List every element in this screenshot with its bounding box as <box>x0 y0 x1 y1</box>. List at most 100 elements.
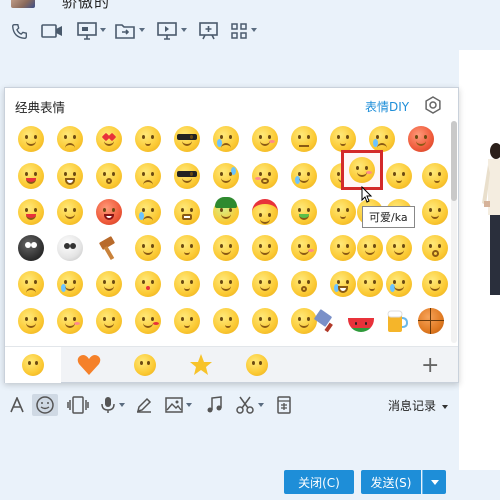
emoji-bye[interactable] <box>130 230 166 266</box>
emoji-annoyed[interactable] <box>417 194 453 230</box>
emoji-nose-pick[interactable] <box>208 230 244 266</box>
emoji-sweat[interactable] <box>208 158 244 194</box>
emoji-content[interactable] <box>247 303 283 339</box>
emoji-clap[interactable] <box>247 230 283 266</box>
remote-desktop-icon[interactable] <box>155 21 179 41</box>
emoji-cleaver[interactable] <box>308 303 344 339</box>
emoji-laugh-cry[interactable] <box>286 158 322 194</box>
emoji-pitiful[interactable] <box>208 266 244 302</box>
emoji-thinking-2[interactable] <box>208 303 244 339</box>
emoji-shock[interactable] <box>286 266 322 302</box>
emoji-embarrassed-2[interactable] <box>286 230 322 266</box>
emoji-basketball[interactable] <box>413 303 449 339</box>
emoji-hug[interactable] <box>13 303 49 339</box>
emoji-rage[interactable] <box>91 194 127 230</box>
font-icon[interactable] <box>8 394 26 416</box>
emoji-almost-cry[interactable] <box>52 266 88 302</box>
emoji-watermelon[interactable] <box>343 303 379 339</box>
send-button[interactable]: 发送(S) <box>361 470 421 494</box>
emoji-heart-eyes[interactable] <box>91 121 127 157</box>
emoji-scared-2[interactable] <box>169 266 205 302</box>
voice-icon[interactable] <box>98 394 118 416</box>
emoji-teeth[interactable] <box>169 194 205 230</box>
emoji-blank[interactable] <box>381 158 417 194</box>
laugh-tab[interactable] <box>229 347 285 383</box>
emoji-hammer[interactable] <box>91 230 127 266</box>
whiteboard-icon[interactable] <box>197 21 219 41</box>
gear-icon[interactable] <box>424 96 442 114</box>
scrollbar-thumb[interactable] <box>451 121 457 201</box>
emoji-cool-2[interactable] <box>169 158 205 194</box>
emoji-blush-hand[interactable] <box>52 303 88 339</box>
classic-face-tab[interactable] <box>5 347 61 383</box>
close-button[interactable]: 关闭(C) <box>284 470 354 494</box>
emoji-vomit[interactable] <box>286 194 322 230</box>
emoji-cry[interactable] <box>208 121 244 157</box>
screenshot-icon[interactable] <box>234 394 256 416</box>
emoji-tongue[interactable] <box>13 158 49 194</box>
emoji-diy-link[interactable]: 表情DIY <box>365 98 409 115</box>
music-icon[interactable] <box>204 394 224 416</box>
emoji-thinking[interactable] <box>417 158 453 194</box>
emoji-tears-joy[interactable] <box>381 266 417 302</box>
emoji-kiss[interactable] <box>130 266 166 302</box>
phone-icon[interactable] <box>9 21 29 41</box>
emoji-dizzy-eyes[interactable] <box>247 266 283 302</box>
emoji-weep[interactable] <box>130 194 166 230</box>
emoji-sly[interactable] <box>91 266 127 302</box>
shake-icon[interactable] <box>66 394 90 416</box>
star-tab[interactable] <box>173 347 229 383</box>
chevron-down-icon[interactable] <box>186 403 192 407</box>
emoji-grin[interactable] <box>52 158 88 194</box>
emoji-scared[interactable] <box>247 158 283 194</box>
add-emoji-icon[interactable]: + <box>421 353 439 378</box>
emoji-wipe-sweat[interactable] <box>169 230 205 266</box>
image-icon[interactable] <box>164 394 184 416</box>
emoji-icon[interactable] <box>32 394 58 416</box>
emoji-upset[interactable] <box>130 158 166 194</box>
red-packet-icon[interactable] <box>274 394 294 416</box>
apps-grid-icon[interactable] <box>229 21 249 41</box>
emoji-surprise[interactable] <box>91 158 127 194</box>
chevron-down-icon[interactable] <box>139 28 145 32</box>
message-record-label: 消息记录 <box>388 399 437 413</box>
emoji-bleed[interactable] <box>130 303 166 339</box>
chevron-down-icon[interactable] <box>100 28 106 32</box>
emoji-cute[interactable] <box>341 150 383 190</box>
emoji-shut-mouth[interactable] <box>286 121 322 157</box>
edit-icon[interactable] <box>134 394 154 416</box>
emoji-scrollbar[interactable] <box>451 121 457 343</box>
chevron-down-icon[interactable] <box>181 28 187 32</box>
grin-tab[interactable] <box>117 347 173 383</box>
emoji-cool[interactable] <box>169 121 205 157</box>
screen-share-icon[interactable] <box>75 21 99 41</box>
emoji-embarrassed[interactable] <box>403 121 439 157</box>
emoji-pout[interactable] <box>52 121 88 157</box>
emoji-right-hum[interactable] <box>381 230 417 266</box>
heart-tab[interactable] <box>61 347 117 383</box>
chevron-down-icon[interactable] <box>258 403 264 407</box>
chevron-down-icon[interactable] <box>119 403 125 407</box>
emoji-soldier[interactable] <box>208 194 244 230</box>
emoji-yawn[interactable] <box>417 230 453 266</box>
emoji-wronged[interactable] <box>13 266 49 302</box>
emoji-squint-2[interactable] <box>91 303 127 339</box>
emoji-skull[interactable] <box>52 230 88 266</box>
emoji-silly[interactable] <box>13 194 49 230</box>
emoji-shrug[interactable] <box>417 266 453 302</box>
chevron-down-icon[interactable] <box>251 28 257 32</box>
send-options-button[interactable] <box>422 470 446 494</box>
contact-show-image <box>480 143 500 303</box>
emoji-sheep[interactable] <box>13 230 49 266</box>
emoji-smile[interactable] <box>13 121 49 157</box>
emoji-wide-eyes[interactable] <box>169 303 205 339</box>
emoji-beer[interactable] <box>378 303 414 339</box>
file-transfer-icon[interactable] <box>113 21 137 41</box>
avatar[interactable] <box>11 0 35 8</box>
emoji-shy[interactable] <box>247 121 283 157</box>
emoji-stare[interactable] <box>130 121 166 157</box>
emoji-bandana[interactable] <box>247 194 283 230</box>
video-icon[interactable] <box>40 21 64 41</box>
emoji-squint[interactable] <box>52 194 88 230</box>
message-record-button[interactable]: 消息记录 <box>388 397 448 414</box>
